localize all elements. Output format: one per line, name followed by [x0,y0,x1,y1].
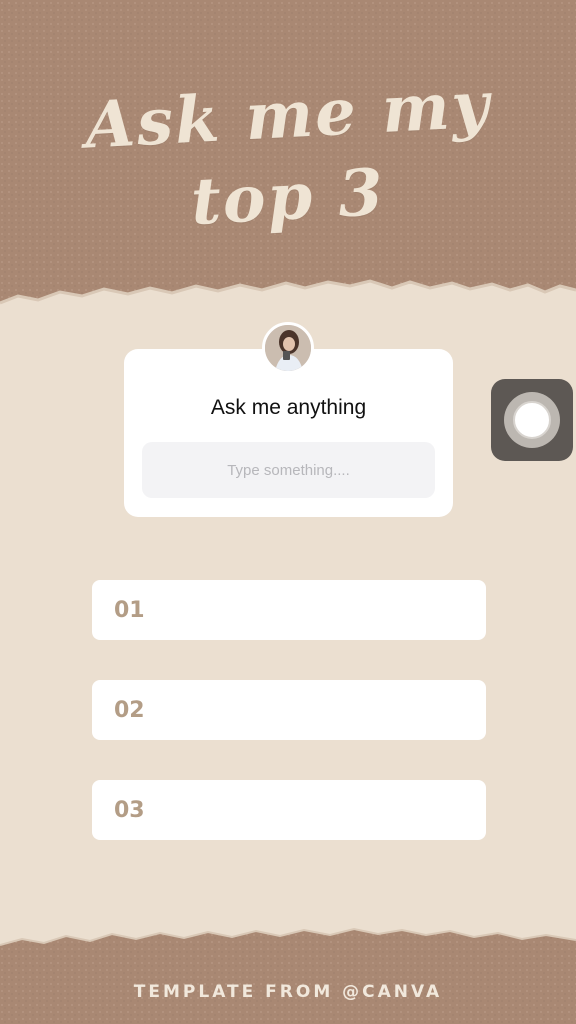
template-credit: TEMPLATE FROM @CANVA [133,982,443,1002]
avatar [262,322,314,374]
answer-slot-2[interactable]: 02 [92,680,486,740]
answer-slot-3[interactable]: 03 [92,780,486,840]
assistive-touch-icon [504,392,560,448]
assistive-touch-button[interactable] [491,379,573,461]
question-sticker-title: Ask me anything [210,396,367,419]
question-sticker[interactable]: Ask me anything Type something.... [124,349,453,517]
torn-paper-bottom [0,927,576,1024]
profile-photo-icon [265,325,311,371]
question-input[interactable]: Type something.... [142,442,435,498]
answer-slot-1[interactable]: 01 [92,580,486,640]
